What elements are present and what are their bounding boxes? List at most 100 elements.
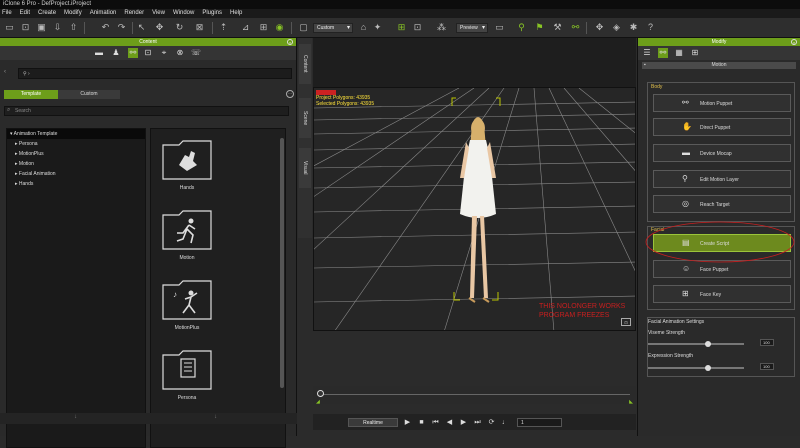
direct-puppet-button[interactable]: ✋ Direct Puppet — [653, 118, 791, 136]
viewport-icon[interactable]: ▢ — [298, 22, 309, 33]
menu-plugins[interactable]: Plugins — [202, 9, 222, 18]
down-arrow-icon[interactable]: ↓ — [74, 414, 77, 420]
close-icon[interactable]: × — [287, 39, 293, 45]
search-input[interactable]: Search — [4, 106, 289, 116]
compass-icon[interactable]: ✥ — [594, 22, 605, 33]
menu-file[interactable]: File — [2, 9, 12, 18]
thumbnail-persona[interactable]: Persona — [161, 347, 213, 401]
stop-icon[interactable]: ■ — [417, 418, 426, 427]
down-arrow-icon[interactable]: ↓ — [214, 414, 217, 420]
motion-icon[interactable]: ⚯ — [570, 22, 581, 33]
save-icon[interactable]: ▣ — [36, 22, 47, 33]
timeline-scrubber[interactable]: ◢ ◣ — [313, 386, 636, 405]
new-project-icon[interactable]: ▭ — [4, 22, 15, 33]
menu-animation[interactable]: Animation — [90, 9, 117, 18]
tree-node-motion[interactable]: ▸ Motion — [7, 159, 145, 169]
animation-tab-icon[interactable]: ⚯ — [658, 48, 668, 58]
thumbnail-motionplus[interactable]: ♪ MotionPlus — [161, 277, 213, 331]
edit-motion-layer-button[interactable]: ⚲ Edit Motion Layer — [653, 170, 791, 188]
visibility-eye-icon[interactable]: ◉ — [274, 22, 285, 33]
snap-icon[interactable]: ⊞ — [258, 22, 269, 33]
select-icon[interactable]: ↖ — [136, 22, 147, 33]
tab-custom[interactable]: Custom — [58, 90, 120, 99]
motion-puppet-button[interactable]: ⚯ Motion Puppet — [653, 94, 791, 112]
frame-input[interactable]: 1 — [517, 418, 562, 427]
end-marker-icon[interactable]: ◣ — [629, 399, 633, 405]
previous-frame-icon[interactable]: ◀ — [445, 418, 454, 427]
reset-view-button[interactable]: ⊡ — [621, 318, 631, 326]
reach-target-button[interactable]: ◎ Reach Target — [653, 195, 791, 213]
help-icon[interactable]: ? — [645, 22, 656, 33]
content-path-box[interactable]: ⚲ › — [18, 68, 292, 79]
set-icon[interactable]: ⌖ — [159, 48, 169, 58]
visual-icon[interactable]: ⊞ — [690, 48, 700, 58]
menu-modify[interactable]: Modify — [64, 9, 82, 18]
rotate-icon[interactable]: ↻ — [174, 22, 185, 33]
open-project-icon[interactable]: ⊡ — [20, 22, 31, 33]
menu-render[interactable]: Render — [124, 9, 144, 18]
material-icon[interactable]: ▦ — [674, 48, 684, 58]
stage-icon[interactable]: ⊡ — [143, 48, 153, 58]
light-icon[interactable]: ✦ — [372, 22, 383, 33]
animation-icon[interactable]: ⚯ — [128, 48, 138, 58]
face-key-button[interactable]: ⊞ Face Key — [653, 285, 791, 303]
go-to-start-icon[interactable]: ⏮ — [431, 418, 440, 427]
import-icon[interactable]: ⇩ — [52, 22, 63, 33]
viseme-strength-slider[interactable] — [648, 341, 744, 347]
slider-knob[interactable] — [705, 365, 711, 371]
tree-node-animation-template[interactable]: ▾ Animation Template — [7, 129, 145, 139]
pin-icon[interactable]: ◈ — [611, 22, 622, 33]
gear-icon[interactable]: ✱ — [628, 22, 639, 33]
expression-strength-slider[interactable] — [648, 365, 744, 371]
scale-icon[interactable]: ⊠ — [194, 22, 205, 33]
menu-create[interactable]: Create — [38, 9, 56, 18]
loop-icon[interactable]: ⟳ — [487, 418, 496, 427]
device-mocap-button[interactable]: ▬ Device Mocap — [653, 144, 791, 162]
motion-section-header[interactable]: ▪ Motion — [642, 62, 796, 69]
media-icon[interactable]: ⊗ — [175, 48, 185, 58]
phone-icon[interactable]: ☏ — [191, 48, 201, 58]
back-arrow-icon[interactable]: ‹ — [4, 69, 6, 75]
actor-icon[interactable]: ♟ — [111, 48, 121, 58]
menu-edit[interactable]: Edit — [20, 9, 30, 18]
thumbnail-scrollbar[interactable] — [280, 138, 284, 388]
expression-strength-input[interactable]: 100 — [760, 363, 774, 370]
close-icon[interactable]: × — [791, 39, 797, 45]
viseme-strength-input[interactable]: 100 — [760, 339, 774, 346]
go-to-end-icon[interactable]: ⏭ — [473, 418, 482, 427]
pick-parent-icon[interactable]: ⇡ — [218, 22, 229, 33]
thumbnail-hands[interactable]: Hands — [161, 137, 213, 191]
wireframe-icon[interactable]: ⊡ — [412, 22, 423, 33]
ik-fk-icon[interactable]: ⚲ — [516, 22, 527, 33]
3d-viewport[interactable]: Project Polygons: 43935 Selected Polygon… — [313, 87, 636, 331]
move-icon[interactable]: ✥ — [154, 22, 165, 33]
thumbnail-motion[interactable]: Motion — [161, 207, 213, 261]
play-icon[interactable]: ▶ — [403, 418, 412, 427]
slider-knob[interactable] — [705, 341, 711, 347]
render-icon[interactable]: ▭ — [494, 22, 505, 33]
options-icon[interactable]: ⋯ — [286, 90, 294, 98]
tree-node-persona[interactable]: ▸ Persona — [7, 139, 145, 149]
menu-help[interactable]: Help — [230, 9, 242, 18]
gizmo-icon[interactable]: ⁂ — [436, 22, 447, 33]
sliders-icon[interactable]: ☰ — [642, 48, 652, 58]
undo-icon[interactable]: ↶ — [100, 22, 111, 33]
render-mode-dropdown[interactable]: Custom — [313, 23, 353, 33]
side-tab-visual[interactable]: Visual — [299, 148, 311, 188]
flag-icon[interactable]: ⚑ — [534, 22, 545, 33]
redo-icon[interactable]: ↷ — [116, 22, 127, 33]
project-icon[interactable]: ▬ — [94, 48, 104, 58]
align-icon[interactable]: ⊿ — [240, 22, 251, 33]
tree-node-hands[interactable]: ▸ Hands — [7, 179, 145, 189]
preview-mode-dropdown[interactable]: Preview — [456, 23, 488, 33]
sound-icon[interactable]: ♩ — [501, 418, 510, 427]
playback-mode-dropdown[interactable]: Realtime — [348, 418, 398, 427]
menu-window[interactable]: Window — [173, 9, 194, 18]
export-icon[interactable]: ⇧ — [68, 22, 79, 33]
side-tab-scene[interactable]: Scene — [299, 98, 311, 138]
next-frame-icon[interactable]: ▶ — [459, 418, 468, 427]
tree-node-facial-animation[interactable]: ▸ Facial Animation — [7, 169, 145, 179]
camera-icon[interactable]: ⌂ — [358, 22, 369, 33]
menu-view[interactable]: View — [152, 9, 165, 18]
grid-icon[interactable]: ⊞ — [396, 22, 407, 33]
